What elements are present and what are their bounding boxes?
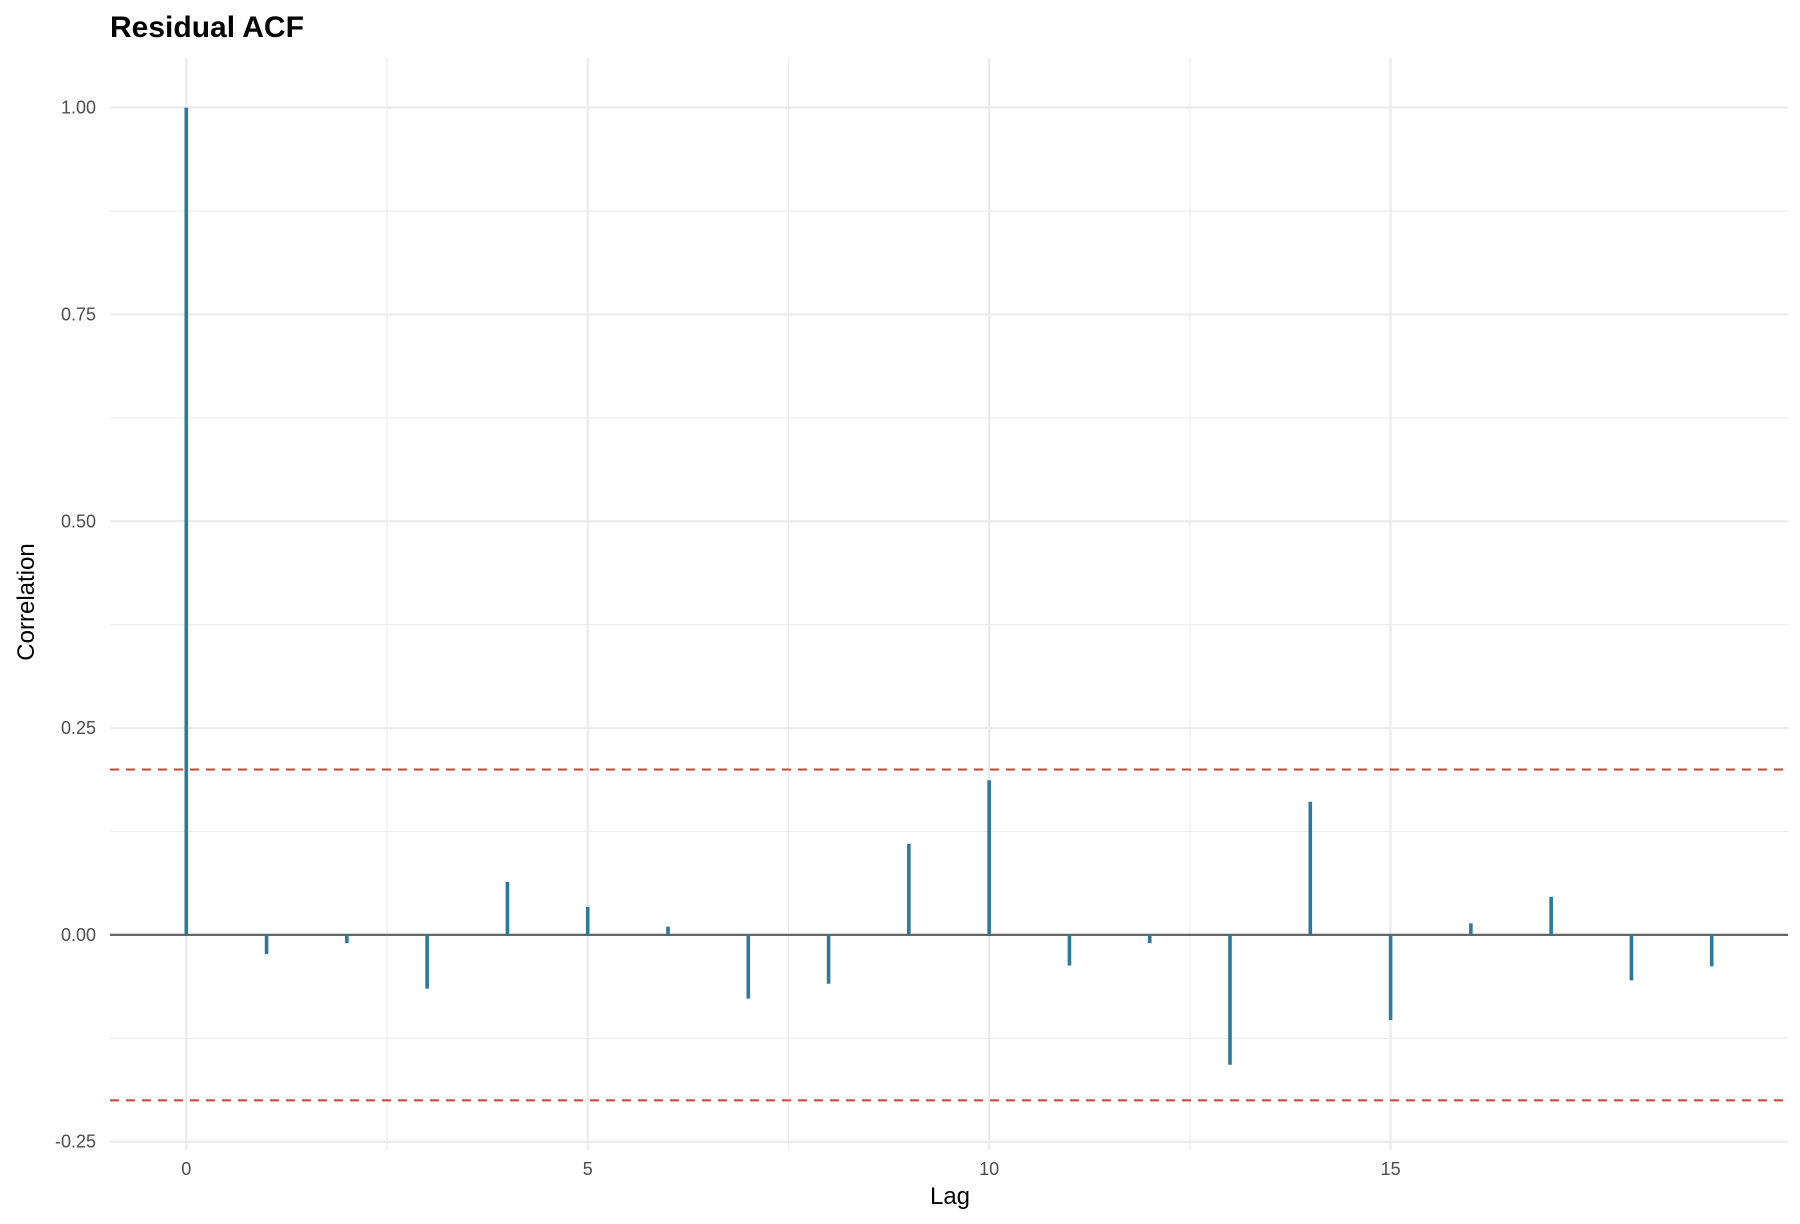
y-tick-label: 0.75: [61, 304, 96, 324]
x-tick-label: 5: [583, 1159, 593, 1179]
x-axis-title: Lag: [930, 1183, 970, 1210]
y-tick-labels: -0.25 0.00 0.25 0.50 0.75 1.00: [55, 98, 96, 1152]
y-axis-title: Correlation: [13, 543, 40, 660]
x-tick-label: 15: [1381, 1159, 1401, 1179]
acf-chart: Residual ACF -0.25 0.00 0.25 0.50 0.75 1.00 0…: [13, 11, 1788, 1210]
reference-lines: [110, 768, 1788, 1102]
y-tick-label: 0.25: [61, 718, 96, 738]
y-tick-label: -0.25: [55, 1132, 96, 1152]
y-tick-label: 1.00: [61, 98, 96, 118]
x-tick-label: 0: [181, 1159, 191, 1179]
y-tick-label: 0.50: [61, 511, 96, 531]
x-tick-label: 10: [979, 1159, 999, 1179]
acf-bars: [184, 107, 1714, 1065]
x-tick-labels: 0 5 10 15: [181, 1159, 1400, 1179]
y-tick-label: 0.00: [61, 925, 96, 945]
chart-title: Residual ACF: [110, 11, 304, 44]
grid-lines: [110, 58, 1788, 1150]
